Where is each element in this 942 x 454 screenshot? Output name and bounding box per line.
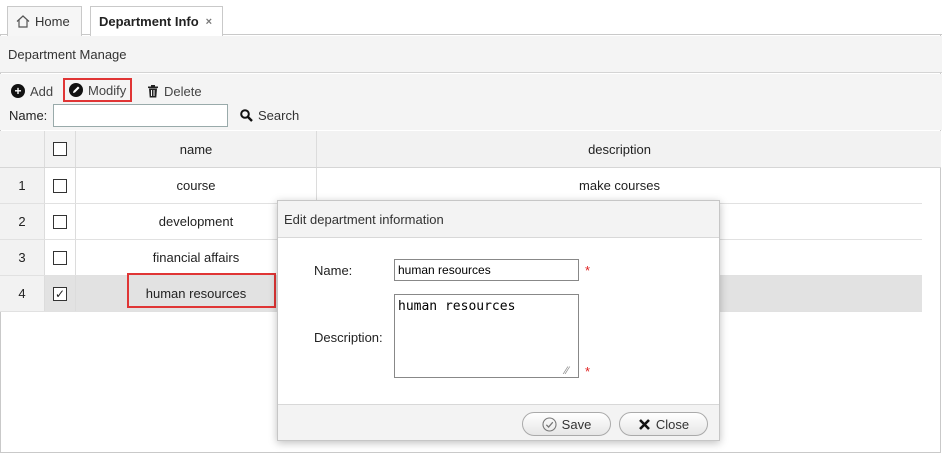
close-icon	[638, 418, 650, 430]
tab-close-icon[interactable]: ×	[206, 8, 212, 36]
tab-bar: Home Department Info ×	[0, 0, 942, 36]
name-required-mark: *	[585, 263, 591, 278]
search-icon	[240, 109, 253, 122]
modify-button[interactable]: Modify	[63, 78, 133, 102]
row-number: 3	[0, 240, 45, 275]
modify-button-label: Modify	[88, 82, 127, 98]
row-checkbox[interactable]	[53, 250, 67, 265]
grid-header: name description	[0, 131, 922, 168]
check-circle-icon	[542, 416, 557, 432]
trash-icon	[148, 84, 158, 97]
row-checkbox[interactable]	[53, 178, 67, 193]
search-button-label: Search	[258, 108, 300, 123]
tab-department-info-label: Department Info	[99, 13, 199, 29]
description-required-mark: *	[585, 364, 591, 379]
panel-title: Department Manage	[0, 36, 942, 73]
dialog-description-textarea[interactable]: human resources	[394, 294, 579, 378]
save-button-label: Save	[561, 416, 592, 432]
dialog-footer: Save Close	[278, 404, 719, 440]
header-name[interactable]: name	[76, 131, 317, 167]
header-rownum	[0, 131, 45, 167]
row-name: course	[76, 168, 317, 203]
tab-department-info[interactable]: Department Info ×	[90, 6, 223, 36]
dialog-name-input[interactable]	[394, 259, 579, 281]
row-checkbox-cell: ✓	[45, 276, 76, 311]
header-checkbox-cell	[45, 131, 76, 167]
close-button[interactable]: Close	[619, 412, 708, 436]
resize-grip-icon[interactable]: ⁄⁄	[565, 365, 569, 377]
dialog-name-label: Name:	[314, 263, 353, 278]
add-button[interactable]: + Add	[11, 81, 53, 101]
edit-circle-icon	[69, 83, 83, 97]
select-all-checkbox[interactable]	[53, 142, 67, 156]
save-button[interactable]: Save	[522, 412, 611, 436]
row-number: 2	[0, 204, 45, 239]
name-filter-input[interactable]	[53, 104, 228, 127]
grid-header-scroll-filler	[922, 131, 941, 168]
toolbar: + Add Modify Delete Name: Search	[0, 74, 942, 130]
row-checkbox-cell	[45, 168, 76, 203]
dialog-body: Name: * Description: human resources ⁄⁄ …	[278, 238, 719, 406]
close-button-label: Close	[655, 416, 690, 432]
row-checkbox[interactable]	[53, 214, 67, 229]
dialog-description-label: Description:	[314, 330, 383, 345]
add-button-label: Add	[30, 83, 54, 99]
home-icon	[16, 15, 30, 28]
row-checkbox-checked[interactable]: ✓	[53, 286, 67, 301]
delete-button-label: Delete	[164, 83, 202, 99]
plus-circle-icon: +	[11, 84, 25, 98]
row-checkbox-cell	[45, 204, 76, 239]
delete-button[interactable]: Delete	[147, 81, 202, 101]
row-checkbox-cell	[45, 240, 76, 275]
header-description[interactable]: description	[317, 131, 922, 167]
name-filter-label: Name:	[9, 108, 48, 123]
tab-home-label: Home	[35, 13, 70, 29]
row-number: 1	[0, 168, 45, 203]
dialog-title[interactable]: Edit department information	[278, 201, 719, 238]
edit-department-dialog: Edit department information Name: * Desc…	[277, 200, 720, 441]
row-description: make courses	[579, 178, 660, 193]
row-number: 4	[0, 276, 45, 311]
search-button[interactable]: Search	[240, 108, 299, 123]
table-row[interactable]: 1 course make courses	[0, 168, 922, 204]
tab-home[interactable]: Home	[7, 6, 82, 36]
